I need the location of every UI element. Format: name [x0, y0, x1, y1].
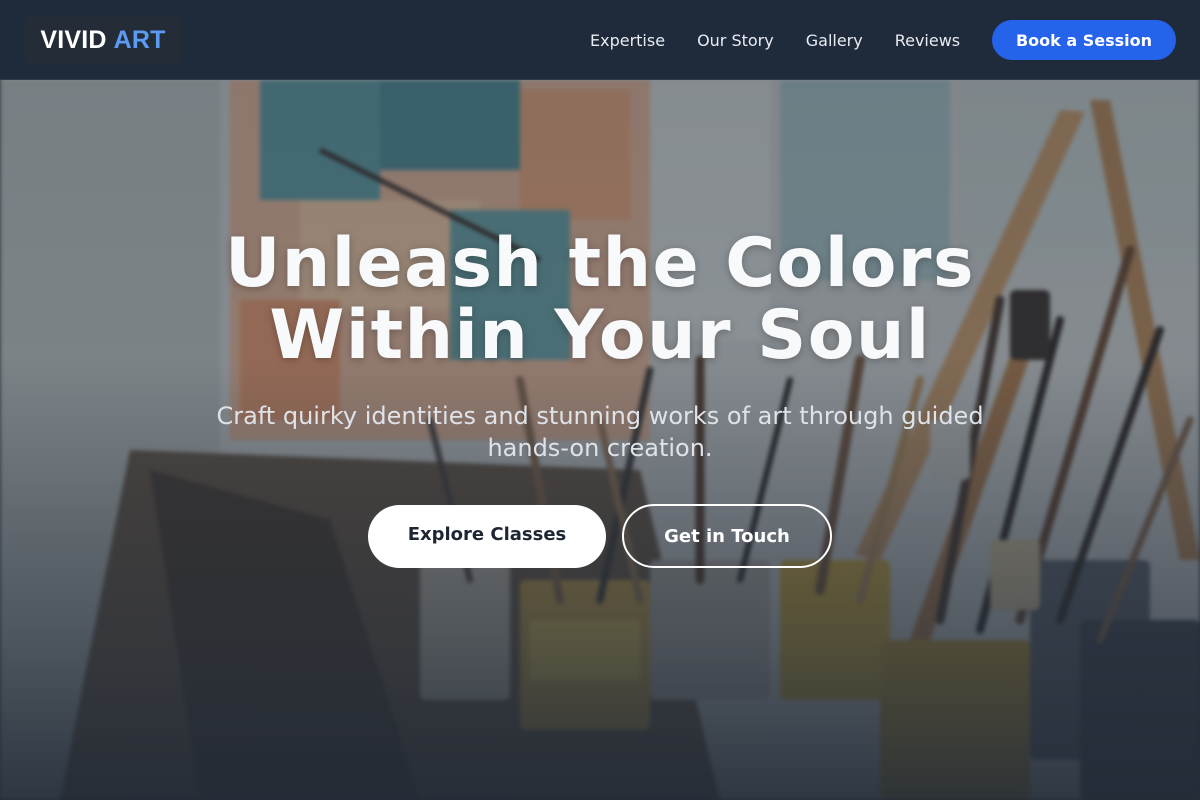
hero-section: Unleash the Colors Within Your Soul Craf… — [0, 0, 1200, 800]
hero-subtitle: Craft quirky identities and stunning wor… — [216, 402, 984, 462]
get-in-touch-button[interactable]: Get in Touch — [622, 504, 832, 568]
explore-classes-button[interactable]: Explore Classes — [368, 505, 606, 568]
hero-title-line2: Within Your Soul — [269, 296, 931, 375]
hero-title-line1: Unleash the Colors — [225, 224, 975, 303]
hero-title: Unleash the Colors Within Your Soul — [100, 228, 1100, 372]
